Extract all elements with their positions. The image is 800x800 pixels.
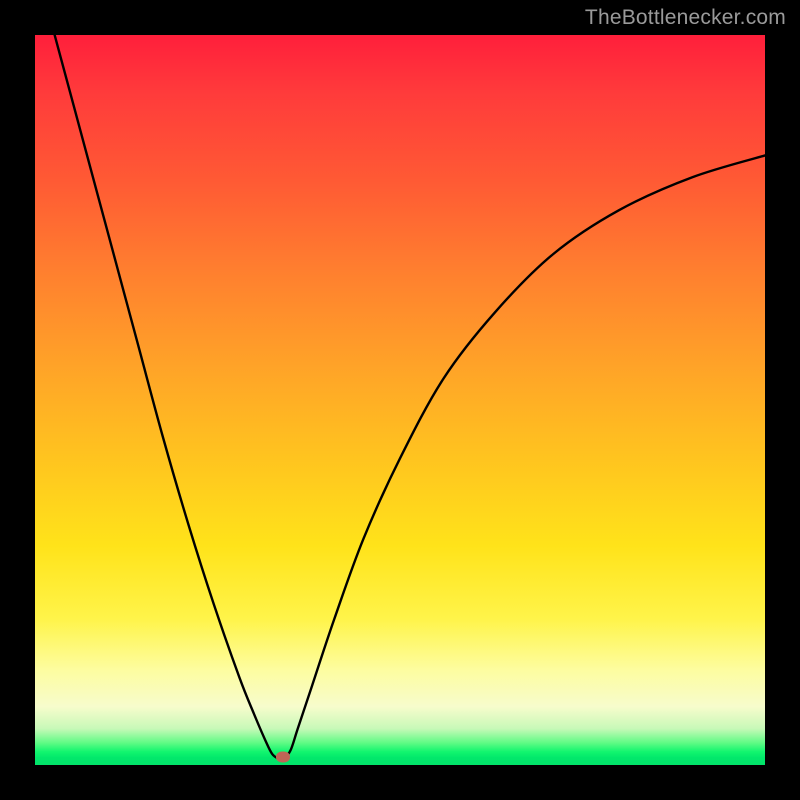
watermark-text: TheBottlenecker.com	[585, 6, 786, 30]
optimal-point-marker	[276, 752, 290, 763]
chart-frame: TheBottlenecker.com	[0, 0, 800, 800]
bottleneck-curve	[35, 35, 765, 765]
plot-area	[35, 35, 765, 765]
